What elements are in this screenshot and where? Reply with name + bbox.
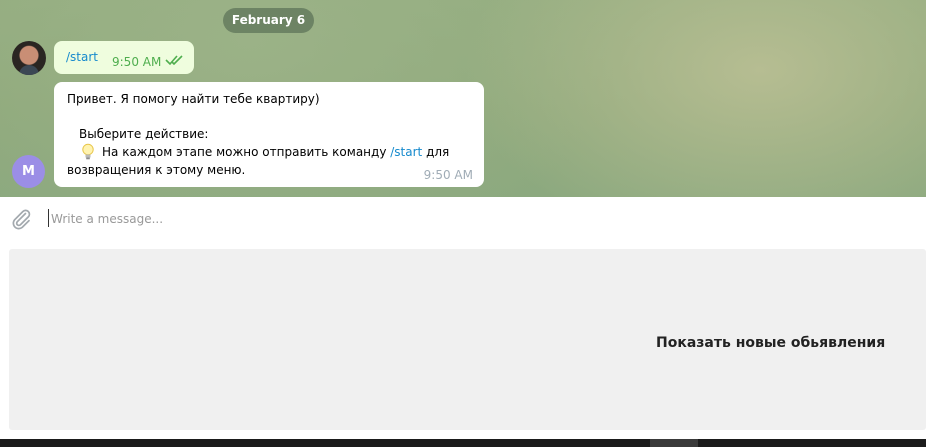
incoming-message-line: Выберите действие: — [79, 127, 209, 141]
show-new-listings-button[interactable]: Показать новые обьявления — [9, 249, 926, 430]
chat-history: February 6 /start 9:50 AM Привет. Я помо… — [0, 0, 926, 197]
message-composer — [0, 197, 926, 245]
bot-avatar[interactable]: M — [12, 155, 45, 188]
horizontal-scrollbar[interactable] — [0, 439, 926, 447]
outgoing-message-time: 9:50 AM — [112, 55, 162, 69]
lightbulb-icon — [82, 143, 94, 160]
incoming-message-line: На каждом этапе можно отправить команду … — [102, 145, 449, 159]
bot-keyboard: Показать новые обьявления — [0, 245, 926, 439]
incoming-line-prefix: На каждом этапе можно отправить команду — [102, 145, 391, 159]
incoming-message-line: Привет. Я помогу найти тебе квартиру) — [67, 92, 320, 106]
outgoing-message-text[interactable]: /start — [66, 50, 98, 64]
text-caret — [48, 209, 49, 227]
start-command-link[interactable]: /start — [390, 145, 422, 159]
incoming-message-time: 9:50 AM — [423, 168, 473, 182]
double-check-icon — [165, 55, 183, 66]
date-separator: February 6 — [223, 8, 314, 33]
scrollbar-thumb[interactable] — [650, 439, 698, 447]
incoming-message-line: возвращения к этому меню. — [67, 163, 246, 177]
outgoing-message[interactable]: /start 9:50 AM — [54, 41, 194, 74]
incoming-line-suffix: для — [422, 145, 450, 159]
incoming-message[interactable]: Привет. Я помогу найти тебе квартиру) Вы… — [54, 82, 484, 187]
show-new-listings-label: Показать новые обьявления — [656, 335, 886, 351]
user-avatar[interactable] — [12, 41, 46, 75]
message-input[interactable] — [51, 207, 871, 231]
paperclip-icon[interactable] — [9, 207, 33, 231]
